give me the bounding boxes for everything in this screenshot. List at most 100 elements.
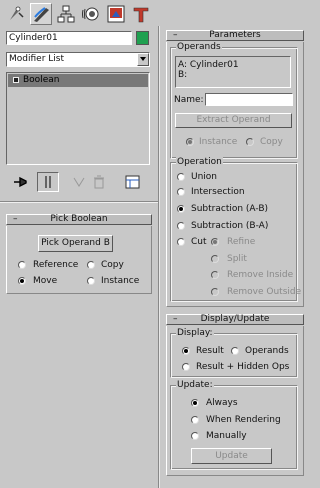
operation-group: Operation xyxy=(170,156,298,302)
configure-modifier-sets-icon xyxy=(124,175,142,193)
show-end-result-icon xyxy=(38,176,58,194)
radio-remove-outside[interactable] xyxy=(211,288,219,296)
radio-update-manually[interactable] xyxy=(191,432,199,440)
name-label: Name: xyxy=(174,95,204,105)
operands-list[interactable]: A: Cylinder01 B: xyxy=(175,56,291,88)
modifier-list-label: Modifier List xyxy=(9,54,64,64)
radio-refine[interactable] xyxy=(211,238,219,246)
collapse-icon: – xyxy=(13,214,18,224)
radio-intersection[interactable] xyxy=(177,188,185,196)
pick-boolean-rollout-header[interactable]: – Pick Boolean xyxy=(6,214,152,225)
motion-icon xyxy=(81,4,101,24)
command-panel-tabs xyxy=(0,0,315,28)
label-cut: Cut xyxy=(191,237,207,247)
chevron-down-icon xyxy=(138,57,148,67)
label-remove-outside: Remove Outside xyxy=(227,287,302,297)
configure-modifier-sets-button[interactable] xyxy=(124,174,142,190)
pick-boolean-title: Pick Boolean xyxy=(50,214,108,224)
create-icon xyxy=(6,4,26,24)
remove-modifier-button[interactable] xyxy=(90,174,108,190)
label-instance: Instance xyxy=(101,276,140,286)
label-display-operands: Operands xyxy=(245,346,289,356)
radio-cut[interactable] xyxy=(177,238,185,246)
collapse-icon: – xyxy=(173,30,178,40)
label-display-result: Result xyxy=(196,346,224,356)
display-tab[interactable] xyxy=(105,3,127,25)
pin-stack-button[interactable] xyxy=(12,174,30,190)
label-union: Union xyxy=(191,172,218,182)
display-update-rollout-header[interactable]: – Display/Update xyxy=(166,314,304,325)
radio-update-when-rendering[interactable] xyxy=(191,416,199,424)
radio-union[interactable] xyxy=(177,173,185,181)
label-update-when-rendering: When Rendering xyxy=(206,415,281,425)
radio-instance[interactable] xyxy=(87,277,95,285)
pick-operand-b-label: Pick Operand B xyxy=(41,238,110,248)
extract-operand-button[interactable]: Extract Operand xyxy=(175,113,292,128)
stack-item-icon xyxy=(13,77,19,83)
object-name-field[interactable]: Cylinder01 xyxy=(6,31,132,45)
modifier-stack[interactable]: Boolean xyxy=(6,72,150,165)
show-end-result-button[interactable] xyxy=(37,172,59,192)
radio-display-operands[interactable] xyxy=(231,347,239,355)
label-remove-inside: Remove Inside xyxy=(227,270,294,280)
dropdown-button[interactable] xyxy=(137,53,149,66)
stack-buttons xyxy=(6,172,152,192)
update-button-label: Update xyxy=(215,451,248,461)
radio-subtraction-ab[interactable] xyxy=(177,205,185,213)
label-split: Split xyxy=(227,254,247,264)
label-intersection: Intersection xyxy=(191,187,245,197)
pick-operand-b-button[interactable]: Pick Operand B xyxy=(38,235,113,252)
radio-subtraction-ba[interactable] xyxy=(177,222,185,230)
label-update-always: Always xyxy=(206,398,238,408)
stack-item-boolean[interactable]: Boolean xyxy=(8,74,148,87)
extract-operand-label: Extract Operand xyxy=(196,115,271,125)
update-button[interactable]: Update xyxy=(191,448,272,464)
parameters-rollout-header[interactable]: – Parameters xyxy=(166,30,304,41)
label-extract-copy: Copy xyxy=(260,137,283,147)
radio-update-always[interactable] xyxy=(191,399,199,407)
radio-reference[interactable] xyxy=(18,261,26,269)
label-copy: Copy xyxy=(101,260,124,270)
make-unique-icon xyxy=(71,177,89,193)
display-icon xyxy=(106,4,126,24)
radio-copy[interactable] xyxy=(87,261,95,269)
create-tab[interactable] xyxy=(5,3,27,25)
parameters-title: Parameters xyxy=(209,30,261,40)
modify-icon xyxy=(31,4,51,24)
update-group-title: Update: xyxy=(176,379,214,391)
hierarchy-tab[interactable] xyxy=(55,3,77,25)
object-color-swatch[interactable] xyxy=(136,31,149,45)
display-update-title: Display/Update xyxy=(200,314,270,324)
radio-split[interactable] xyxy=(211,255,219,263)
label-extract-instance: Instance xyxy=(199,137,238,147)
stack-item-label: Boolean xyxy=(23,75,60,85)
radio-display-hidden-ops[interactable] xyxy=(182,363,190,371)
operation-title: Operation xyxy=(176,156,223,168)
operands-title: Operands xyxy=(176,41,222,53)
left-separator xyxy=(0,201,158,203)
display-group-title: Display: xyxy=(176,327,214,339)
radio-extract-instance[interactable] xyxy=(186,138,194,146)
hierarchy-icon xyxy=(56,4,76,24)
motion-tab[interactable] xyxy=(80,3,102,25)
collapse-icon: – xyxy=(173,314,178,324)
radio-remove-inside[interactable] xyxy=(211,271,219,279)
utilities-tab[interactable] xyxy=(130,3,152,25)
label-reference: Reference xyxy=(33,260,79,270)
label-subtraction-ba: Subtraction (B-A) xyxy=(191,221,269,231)
operand-name-field[interactable] xyxy=(205,93,293,106)
panel-divider xyxy=(158,26,160,488)
label-update-manually: Manually xyxy=(206,431,247,441)
modifier-list-dropdown[interactable]: Modifier List xyxy=(6,52,150,67)
operand-b[interactable]: B: xyxy=(178,70,187,81)
utilities-icon xyxy=(131,4,151,24)
label-display-hidden-ops: Result + Hidden Ops xyxy=(196,362,290,372)
label-subtraction-ab: Subtraction (A-B) xyxy=(191,204,269,214)
radio-display-result[interactable] xyxy=(182,347,190,355)
radio-extract-copy[interactable] xyxy=(246,138,254,146)
modify-tab[interactable] xyxy=(30,3,52,25)
object-name-text: Cylinder01 xyxy=(9,33,58,43)
make-unique-button[interactable] xyxy=(71,174,89,190)
label-refine: Refine xyxy=(227,237,256,247)
radio-move[interactable] xyxy=(18,277,26,285)
